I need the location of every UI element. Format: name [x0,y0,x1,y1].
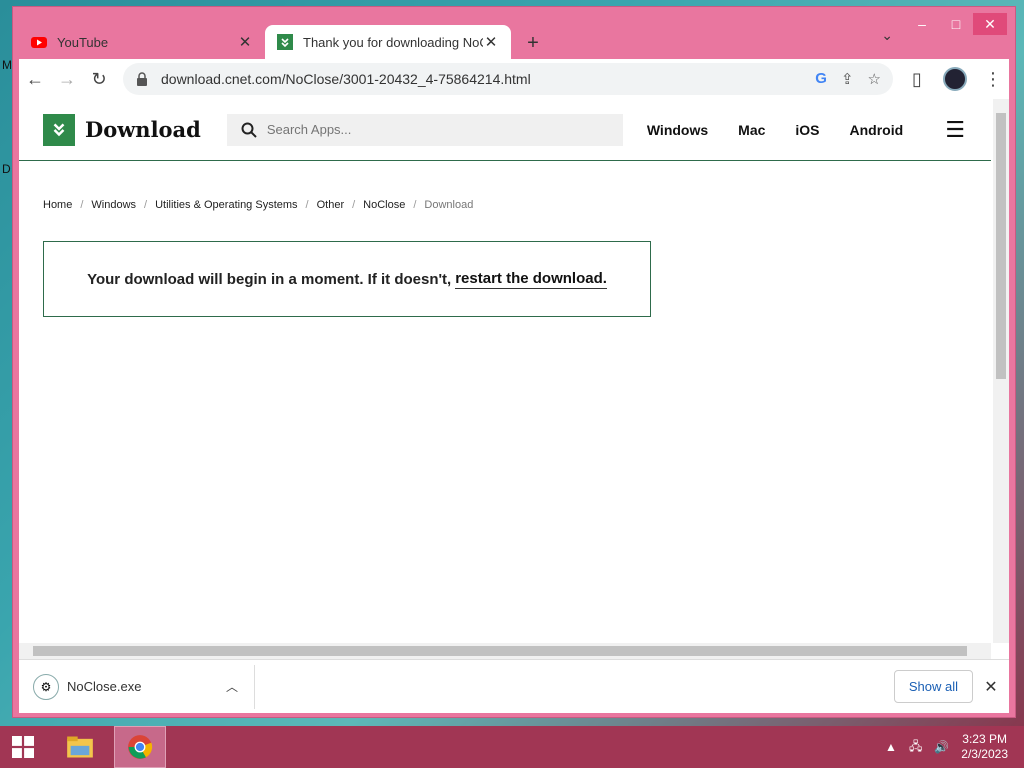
download-favicon [277,34,293,50]
download-message-box: Your download will begin in a moment. If… [43,241,651,317]
google-lens-icon[interactable]: G [815,70,827,88]
breadcrumb-noclose[interactable]: NoClose [363,199,405,211]
window-controls: – □ ✕ [905,13,1007,35]
search-icon [241,122,257,138]
breadcrumb-separator: / [352,199,356,211]
close-download-shelf-icon[interactable]: ✕ [973,677,1009,697]
site-logo[interactable]: Download [43,113,201,146]
breadcrumb-separator: / [144,199,148,211]
nav-android[interactable]: Android [850,122,904,138]
lock-icon [137,72,147,86]
breadcrumb-other[interactable]: Other [317,199,345,211]
reload-button[interactable]: ↻ [83,63,115,95]
vertical-scrollbar[interactable] [993,99,1009,643]
side-panel-icon[interactable]: ▯ [901,63,933,95]
scroll-thumb[interactable] [33,646,967,656]
tab-search-dropdown-icon[interactable]: ⌄ [881,27,893,44]
clock[interactable]: 3:23 PM 2/3/2023 [961,732,1008,762]
menu-kebab-icon[interactable]: ⋮ [977,63,1009,95]
windows-start-icon[interactable] [0,726,46,768]
breadcrumb-separator: / [80,199,84,211]
logo-text: Download [85,117,201,142]
tab-title: YouTube [57,34,109,50]
taskbar: ▲ 🖧 🔊 3:23 PM 2/3/2023 [0,726,1024,768]
tab-close-icon[interactable]: ✕ [483,33,499,51]
clock-date: 2/3/2023 [961,747,1008,761]
download-shelf: ⚙ NoClose.exe ︿ Show all ✕ [19,659,1009,713]
page-content: Download Windows Mac iOS Android ☰ Home /… [19,99,1009,659]
file-explorer-icon[interactable] [54,726,106,768]
download-logo-icon [43,113,75,146]
show-all-button[interactable]: Show all [893,670,973,703]
site-header: Download Windows Mac iOS Android ☰ [19,99,991,161]
site-search[interactable] [226,113,623,146]
download-message: Your download will begin in a moment. If… [87,270,452,288]
forward-button[interactable]: → [51,63,83,95]
download-file-name: NoClose.exe [67,679,142,694]
breadcrumb-current: Download [424,199,474,211]
tab-title: Thank you for downloading NoClose [303,34,483,50]
breadcrumb-windows[interactable]: Windows [91,199,136,211]
minimize-button[interactable]: – [905,13,939,35]
chrome-icon[interactable] [114,726,166,768]
volume-icon[interactable]: 🔊 [934,740,949,754]
youtube-icon [31,37,47,48]
url-text: download.cnet.com/NoClose/3001-20432_4-7… [161,71,531,87]
breadcrumb-home[interactable]: Home [43,199,72,211]
desktop-label-m: M [2,58,12,72]
restart-download-link[interactable]: restart the download. [455,270,607,289]
tab-youtube[interactable]: YouTube ✕ [19,25,265,59]
platform-nav: Windows Mac iOS Android [647,122,903,138]
close-window-button[interactable]: ✕ [973,13,1007,35]
breadcrumb-separator: / [305,199,309,211]
nav-windows[interactable]: Windows [647,122,708,138]
omnibox-icons: G ⇪ ☆ [815,70,881,88]
hamburger-menu-icon[interactable]: ☰ [945,117,965,143]
back-button[interactable]: ← [19,63,51,95]
browser-window: – □ ✕ YouTube ✕ Thank you for downloadin… [12,6,1016,718]
download-item[interactable]: ⚙ NoClose.exe ︿ [19,664,255,709]
tab-close-icon[interactable]: ✕ [237,33,253,51]
horizontal-scrollbar[interactable] [19,643,991,659]
tab-download[interactable]: Thank you for downloading NoClose ✕ [265,25,511,59]
tray-chevron-up-icon[interactable]: ▲ [885,740,897,754]
system-tray: ▲ 🖧 🔊 3:23 PM 2/3/2023 [885,732,1024,762]
maximize-button[interactable]: □ [939,13,973,35]
breadcrumb-separator: / [413,199,417,211]
exe-file-icon: ⚙ [33,673,59,700]
nav-ios[interactable]: iOS [795,122,819,138]
new-tab-button[interactable]: + [517,27,549,59]
chevron-up-icon[interactable]: ︿ [226,678,238,695]
tab-strip: YouTube ✕ Thank you for downloading NoCl… [19,21,905,59]
clock-time: 3:23 PM [962,732,1007,746]
breadcrumb: Home / Windows / Utilities & Operating Sys… [43,199,473,211]
profile-avatar[interactable] [943,67,967,91]
desktop-label-d: D [2,162,11,176]
address-bar[interactable]: download.cnet.com/NoClose/3001-20432_4-7… [123,63,893,95]
share-icon[interactable]: ⇪ [841,70,854,88]
nav-mac[interactable]: Mac [738,122,765,138]
breadcrumb-utilities[interactable]: Utilities & Operating Systems [155,199,297,211]
browser-toolbar: ← → ↻ download.cnet.com/NoClose/3001-204… [19,59,1009,99]
search-input[interactable] [266,122,609,137]
bookmark-star-icon[interactable]: ☆ [868,70,881,88]
network-icon[interactable]: 🖧 [909,737,922,758]
scroll-thumb[interactable] [996,113,1006,379]
